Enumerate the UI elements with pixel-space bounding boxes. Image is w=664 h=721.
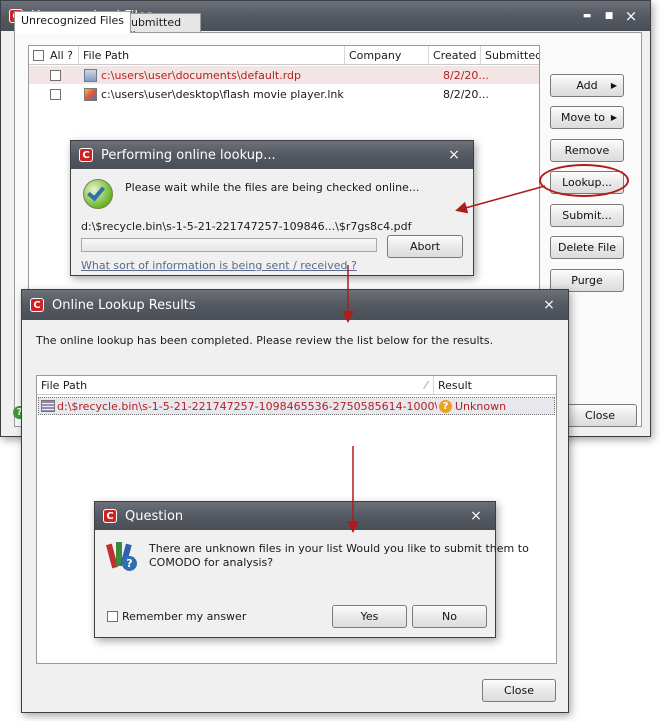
caret-right-icon: ▶ [610, 113, 617, 122]
abort-button[interactable]: Abort [387, 235, 463, 258]
tab-unrecognized-files[interactable]: Unrecognized Files [14, 11, 132, 33]
close-icon[interactable]: × [538, 297, 560, 313]
results-dialog-title: Online Lookup Results [52, 297, 196, 313]
result-status: Unknown [455, 399, 507, 413]
lookup-highlight-ellipse [539, 164, 629, 197]
results-close-button[interactable]: Close [482, 679, 556, 702]
results-message: The online lookup has been completed. Pl… [36, 334, 494, 347]
unknown-status-icon: ? [439, 399, 452, 413]
column-header-created[interactable]: Created [429, 46, 481, 64]
results-list-header: File Path ⁄ Result [37, 376, 556, 395]
main-close-button[interactable]: Close [563, 404, 637, 427]
column-header-all[interactable]: All ? [29, 46, 79, 64]
comodo-logo-icon: C [30, 298, 44, 312]
close-icon[interactable]: × [443, 147, 465, 163]
question-message-line1: There are unknown files in your list Wou… [149, 542, 529, 555]
lookup-progress-bar [81, 238, 377, 252]
online-lookup-progress-dialog: C Performing online lookup... × Please w… [70, 140, 474, 276]
current-file-path: d:\$recycle.bin\s-1-5-21-221747257-10984… [81, 220, 412, 233]
delete-file-button[interactable]: Delete File [550, 236, 624, 259]
column-header-company[interactable]: Company [345, 46, 429, 64]
select-all-checkbox[interactable] [33, 49, 44, 61]
minimize-icon[interactable]: ▬ [576, 11, 598, 21]
add-button[interactable]: Add ▶ [550, 74, 624, 97]
move-to-label: Move to [560, 111, 606, 124]
table-row[interactable]: d:\$recycle.bin\s-1-5-21-221747257-10984… [38, 397, 555, 415]
list-header: All ? File Path Company Created Submitte… [29, 46, 539, 65]
comodo-logo-icon: C [103, 509, 117, 523]
globe-check-icon [83, 179, 113, 209]
maximize-icon[interactable]: ■ [598, 11, 620, 21]
add-label: Add [576, 79, 598, 92]
file-path: c:\users\user\desktop\flash movie player… [101, 87, 344, 101]
column-header-file-path[interactable]: File Path ⁄ [37, 376, 434, 394]
remember-answer-checkbox[interactable] [107, 611, 118, 622]
table-row[interactable]: c:\users\user\documents\default.rdp 8/2/… [29, 66, 539, 84]
file-path-column-label: File Path [41, 378, 88, 392]
close-icon[interactable]: × [620, 7, 642, 25]
yes-button[interactable]: Yes [332, 605, 407, 628]
lookup-message: Please wait while the files are being ch… [125, 181, 420, 194]
files-question-icon: ? [105, 540, 137, 572]
comodo-logo-icon: C [79, 148, 93, 162]
no-button[interactable]: No [412, 605, 487, 628]
result-file-path: d:\$recycle.bin\s-1-5-21-221747257-10984… [57, 399, 437, 413]
column-header-submitted[interactable]: Submitted [481, 46, 539, 64]
question-titlebar[interactable]: C Question × [95, 502, 495, 530]
created-date: 8/2/20... [443, 87, 489, 101]
question-message-line2: COMODO for analysis? [149, 556, 274, 569]
sort-indicator-icon: ⁄ [425, 378, 427, 392]
row-checkbox[interactable] [50, 88, 61, 100]
question-dialog: C Question × ? There are unknown files i… [94, 501, 529, 638]
stacked-file-icon [41, 400, 55, 412]
lookup-titlebar[interactable]: C Performing online lookup... × [71, 141, 473, 169]
rdp-file-icon [84, 68, 97, 82]
remember-answer-option[interactable]: Remember my answer [107, 610, 246, 623]
results-titlebar[interactable]: C Online Lookup Results × [22, 290, 568, 320]
table-row[interactable]: c:\users\user\desktop\flash movie player… [29, 85, 539, 103]
question-dialog-title: Question [125, 508, 184, 524]
column-header-file-path[interactable]: File Path [79, 46, 345, 64]
caret-right-icon: ▶ [610, 81, 617, 90]
column-all-label: All ? [50, 48, 73, 62]
close-icon[interactable]: × [465, 508, 487, 524]
lookup-dialog-title: Performing online lookup... [101, 147, 276, 163]
row-checkbox[interactable] [50, 69, 61, 81]
remember-answer-label: Remember my answer [122, 610, 247, 623]
created-date: 8/2/20... [443, 68, 489, 82]
move-to-button[interactable]: Move to ▶ [550, 106, 624, 129]
shortcut-file-icon [84, 87, 97, 101]
submit-button[interactable]: Submit... [550, 204, 624, 227]
info-sent-received-link[interactable]: What sort of information is being sent /… [81, 259, 357, 272]
column-header-result[interactable]: Result [434, 376, 552, 394]
remove-button[interactable]: Remove [550, 139, 624, 162]
file-path: c:\users\user\documents\default.rdp [101, 68, 302, 82]
